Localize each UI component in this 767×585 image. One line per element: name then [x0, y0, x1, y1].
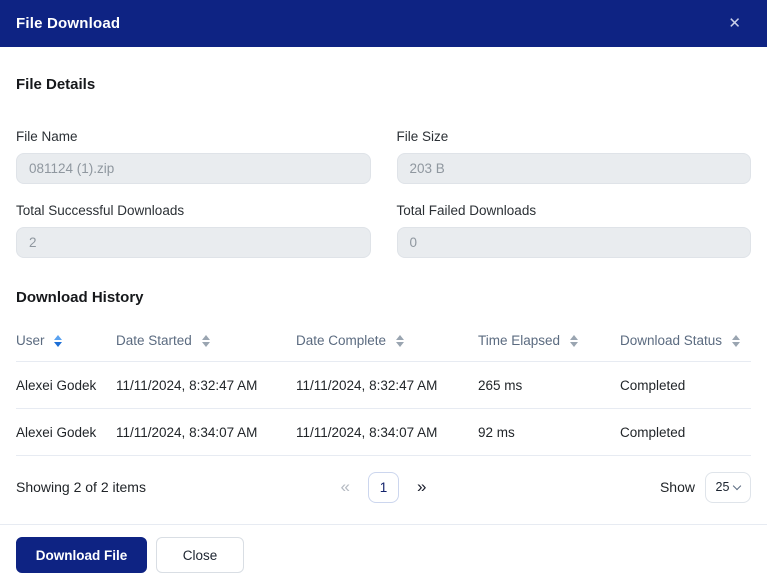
total-failed-field-group: Total Failed Downloads 0	[396, 203, 751, 258]
show-group: Show 25	[432, 471, 751, 503]
column-header-user[interactable]: User	[16, 333, 116, 362]
file-name-label: File Name	[16, 129, 78, 144]
close-button[interactable]: Close	[156, 537, 244, 573]
column-header-time-elapsed[interactable]: Time Elapsed	[478, 333, 620, 362]
cell-date-started: 11/11/2024, 8:34:07 AM	[116, 408, 296, 456]
column-label: Date Complete	[296, 333, 387, 348]
cell-user: Alexei Godek	[16, 408, 116, 456]
download-history-heading: Download History	[16, 289, 144, 306]
column-label: Download Status	[620, 333, 723, 348]
sort-icon	[569, 335, 578, 348]
file-name-field-group: File Name 081124 (1).zip	[16, 129, 371, 184]
cell-date-complete: 11/11/2024, 8:32:47 AM	[296, 361, 478, 409]
pagination-bar: Showing 2 of 2 items « 1 » Show 25	[16, 471, 751, 503]
total-successful-input: 2	[16, 227, 371, 258]
total-failed-input: 0	[396, 227, 751, 258]
next-page-icon[interactable]: »	[411, 475, 432, 499]
cell-date-complete: 11/11/2024, 8:34:07 AM	[296, 408, 478, 456]
file-name-input: 081124 (1).zip	[16, 153, 371, 184]
column-header-download-status[interactable]: Download Status	[620, 333, 751, 362]
file-size-input: 203 B	[396, 153, 751, 184]
page-size-value: 25	[715, 480, 730, 494]
column-label: Date Started	[116, 333, 192, 348]
show-label: Show	[659, 479, 695, 495]
sort-icon	[731, 335, 740, 348]
column-header-date-started[interactable]: Date Started	[116, 333, 296, 362]
table-row: Alexei Godek 11/11/2024, 8:32:47 AM 11/1…	[16, 361, 751, 409]
sort-icon	[395, 335, 404, 348]
file-details-grid: File Name 081124 (1).zip File Size 203 B…	[16, 129, 751, 258]
total-successful-field-group: Total Successful Downloads 2	[16, 203, 371, 258]
page-number-button[interactable]: 1	[368, 471, 399, 503]
modal-header: File Download ✕	[0, 0, 767, 47]
modal-body: File Details File Name 081124 (1).zip Fi…	[0, 47, 767, 511]
previous-page-icon[interactable]: «	[335, 475, 356, 499]
sort-icon	[201, 335, 210, 348]
download-file-button[interactable]: Download File	[16, 537, 147, 573]
chevron-down-icon	[733, 481, 742, 490]
file-details-heading: File Details	[16, 76, 96, 93]
modal-footer: Download File Close	[0, 524, 767, 585]
sort-icon	[54, 335, 63, 348]
close-icon[interactable]: ✕	[724, 12, 745, 35]
cell-user: Alexei Godek	[16, 361, 116, 409]
column-label: User	[16, 333, 45, 348]
cell-date-started: 11/11/2024, 8:32:47 AM	[116, 361, 296, 409]
total-successful-label: Total Successful Downloads	[16, 203, 185, 218]
file-size-label: File Size	[396, 129, 449, 144]
modal-title: File Download	[16, 15, 121, 32]
cell-time-elapsed: 92 ms	[478, 408, 620, 456]
column-header-date-complete[interactable]: Date Complete	[296, 333, 478, 362]
cell-time-elapsed: 265 ms	[478, 361, 620, 409]
table-row: Alexei Godek 11/11/2024, 8:34:07 AM 11/1…	[16, 408, 751, 456]
pager: « 1 »	[335, 471, 433, 503]
cell-download-status: Completed	[620, 361, 751, 409]
column-label: Time Elapsed	[478, 333, 561, 348]
page-size-select[interactable]: 25	[705, 471, 751, 503]
paging-summary: Showing 2 of 2 items	[16, 479, 146, 495]
table-header-row: User Date Started Date Complete Time Ela…	[16, 333, 751, 362]
cell-download-status: Completed	[620, 408, 751, 456]
file-size-field-group: File Size 203 B	[396, 129, 751, 184]
total-failed-label: Total Failed Downloads	[396, 203, 537, 218]
download-history-table: User Date Started Date Complete Time Ela…	[16, 333, 751, 456]
file-download-modal: File Download ✕ File Details File Name 0…	[0, 0, 767, 585]
